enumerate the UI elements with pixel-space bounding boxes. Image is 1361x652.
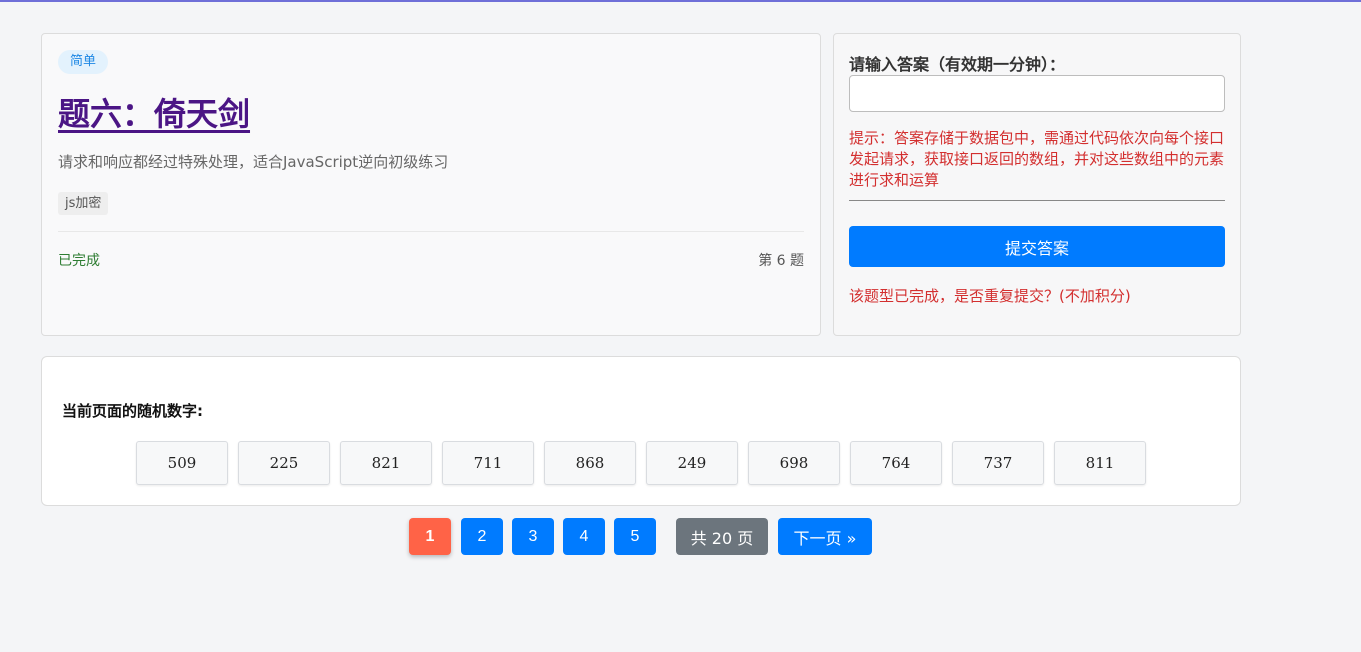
difficulty-badge: 简单 [58, 50, 109, 74]
answer-label: 请输入答案（有效期一分钟）： [849, 55, 1066, 74]
answer-hint: 提示：答案存储于数据包中，需通过代码依次向每个接口发起请求，获取接口返回的数组，… [849, 128, 1225, 201]
challenge-title-link[interactable]: 题六：倚天剑 [58, 92, 250, 136]
random-number: 821 [340, 441, 432, 485]
random-numbers-panel: 当前页面的随机数字: 509 225 821 711 868 249 698 7… [41, 356, 1241, 506]
random-number: 868 [544, 441, 636, 485]
top-accent-line [0, 0, 1361, 2]
submit-answer-button[interactable]: 提交答案 [849, 226, 1225, 267]
random-number: 811 [1054, 441, 1146, 485]
page-2-button[interactable]: 2 [461, 518, 503, 555]
random-number: 249 [646, 441, 738, 485]
pagination: 1 2 3 4 5 共 20 页 下一页 » [409, 518, 872, 555]
random-number: 764 [850, 441, 942, 485]
next-page-button[interactable]: 下一页 » [778, 518, 872, 555]
random-number: 698 [748, 441, 840, 485]
page-5-button[interactable]: 5 [614, 518, 656, 555]
random-number: 711 [442, 441, 534, 485]
challenge-tag: js加密 [58, 192, 109, 215]
total-pages-label: 共 20 页 [676, 518, 768, 555]
page-1-button[interactable]: 1 [409, 518, 451, 555]
completed-message: 该题型已完成，是否重复提交？(不加积分) [849, 287, 1131, 305]
challenge-card: 简单 题六：倚天剑 请求和响应都经过特殊处理，适合JavaScript逆向初级练… [41, 33, 821, 336]
card-divider [58, 231, 804, 232]
random-numbers-row: 509 225 821 711 868 249 698 764 737 811 [136, 441, 1146, 485]
page-3-button[interactable]: 3 [512, 518, 554, 555]
random-number: 225 [238, 441, 330, 485]
page-4-button[interactable]: 4 [563, 518, 605, 555]
random-number: 509 [136, 441, 228, 485]
random-numbers-title: 当前页面的随机数字: [62, 402, 203, 420]
random-number: 737 [952, 441, 1044, 485]
challenge-description: 请求和响应都经过特殊处理，适合JavaScript逆向初级练习 [58, 153, 449, 171]
completion-status: 已完成 [58, 253, 100, 269]
answer-input[interactable] [849, 75, 1225, 112]
question-number: 第 6 题 [758, 253, 804, 269]
answer-panel: 请输入答案（有效期一分钟）： 提示：答案存储于数据包中，需通过代码依次向每个接口… [833, 33, 1241, 336]
